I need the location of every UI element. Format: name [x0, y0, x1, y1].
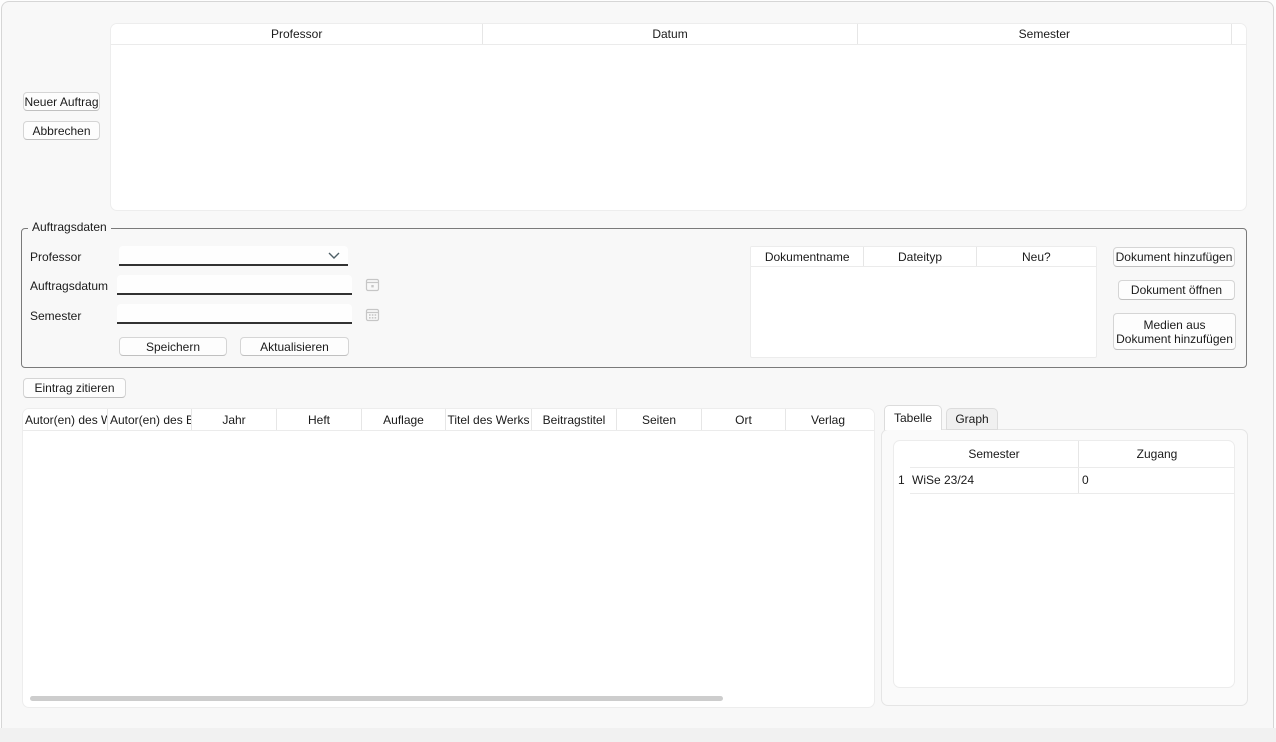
documents-col-new[interactable]: Neu? [977, 247, 1096, 266]
citations-col-work-authors[interactable]: Autor(en) des Werks [23, 409, 108, 430]
stats-col-semester[interactable]: Semester [894, 447, 1078, 461]
documents-table-header: Dokumentname Dateityp Neu? [751, 247, 1096, 267]
documents-table[interactable]: Dokumentname Dateityp Neu? [750, 246, 1097, 358]
order-data-title: Auftragsdaten [28, 220, 111, 234]
documents-col-name[interactable]: Dokumentname [751, 247, 864, 266]
order-date-input[interactable] [117, 275, 352, 295]
citations-horizontal-scrollbar[interactable] [30, 696, 723, 701]
cancel-button[interactable]: Abbrechen [23, 121, 100, 140]
cite-entry-button[interactable]: Eintrag zitieren [23, 378, 126, 398]
orders-table[interactable]: Professor Datum Semester [110, 23, 1247, 211]
citations-table[interactable]: Autor(en) des Werks Autor(en) des Beitra… [22, 408, 875, 708]
stats-row-semester[interactable]: WiSe 23/24 [912, 473, 974, 487]
calendar-date-icon[interactable] [365, 277, 380, 292]
stats-header-hairline [910, 467, 1235, 468]
citations-col-edition[interactable]: Auflage [362, 409, 446, 430]
orders-col-filler [1232, 24, 1246, 44]
citations-col-pages[interactable]: Seiten [617, 409, 702, 430]
calendar-grid-icon[interactable] [365, 307, 380, 322]
window-bottom-band [0, 728, 1276, 742]
orders-col-professor[interactable]: Professor [111, 24, 483, 44]
stats-col-zugang[interactable]: Zugang [1078, 447, 1235, 461]
citations-col-publisher[interactable]: Verlag [786, 409, 870, 430]
orders-table-header: Professor Datum Semester [111, 24, 1246, 45]
orders-col-datum[interactable]: Datum [483, 24, 857, 44]
refresh-button[interactable]: Aktualisieren [240, 337, 349, 356]
citations-table-header: Autor(en) des Werks Autor(en) des Beitra… [23, 409, 874, 431]
stats-row-hairline [910, 493, 1235, 494]
documents-col-filetype[interactable]: Dateityp [864, 247, 976, 266]
stats-row-zugang[interactable]: 0 [1082, 473, 1089, 487]
citations-col-work-title[interactable]: Titel des Werks [446, 409, 532, 430]
professor-combobox[interactable] [119, 246, 348, 266]
open-document-button[interactable]: Dokument öffnen [1118, 280, 1235, 300]
stats-table[interactable]: Semester Zugang 1 WiSe 23/24 0 [893, 440, 1235, 688]
add-media-button[interactable]: Medien aus Dokument hinzufügen [1113, 313, 1236, 350]
new-order-button[interactable]: Neuer Auftrag [23, 92, 100, 111]
order-date-label: Auftragsdatum [30, 279, 108, 293]
save-button[interactable]: Speichern [119, 337, 227, 356]
add-document-button[interactable]: Dokument hinzufügen [1113, 247, 1235, 267]
professor-label: Professor [30, 250, 81, 264]
tab-graph[interactable]: Graph [946, 408, 998, 430]
citations-col-place[interactable]: Ort [702, 409, 786, 430]
semester-label: Semester [30, 309, 81, 323]
semester-input[interactable] [117, 304, 352, 324]
citations-col-contribution-authors[interactable]: Autor(en) des Beitrags [108, 409, 192, 430]
tab-tabelle[interactable]: Tabelle [884, 405, 942, 430]
chevron-down-icon [328, 252, 340, 259]
citations-col-year[interactable]: Jahr [192, 409, 277, 430]
citations-col-issue[interactable]: Heft [277, 409, 362, 430]
stats-row-number: 1 [898, 473, 905, 487]
citations-col-contribution-title[interactable]: Beitragstitel [532, 409, 617, 430]
orders-col-semester[interactable]: Semester [858, 24, 1232, 44]
